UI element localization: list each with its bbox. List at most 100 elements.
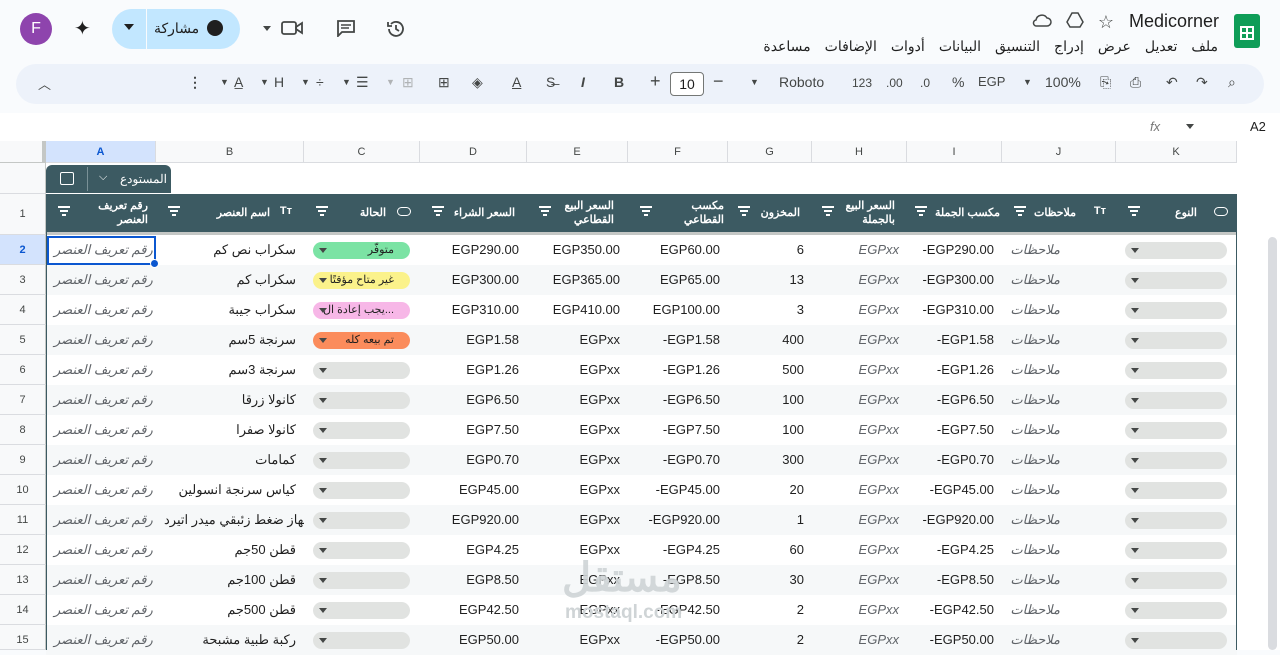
borders-icon[interactable]: ⊞: [438, 74, 450, 91]
cell-g[interactable]: 500: [728, 355, 812, 385]
column-header-c[interactable]: C: [304, 141, 420, 163]
row-header-1[interactable]: 1: [0, 194, 46, 235]
type-chip[interactable]: [1125, 452, 1227, 469]
cell-e[interactable]: EGP350.00: [527, 235, 628, 265]
type-chip[interactable]: [1125, 272, 1227, 289]
header-c[interactable]: الحالة: [304, 194, 420, 232]
more-options-icon[interactable]: ⋮: [188, 74, 202, 91]
share-button[interactable]: مشاركة: [112, 9, 240, 49]
collapse-toolbar-icon[interactable]: ︿: [38, 74, 51, 93]
cell-f[interactable]: -EGP6.50: [628, 385, 728, 415]
type-chip[interactable]: [1125, 602, 1227, 619]
vertical-scrollbar[interactable]: [1268, 237, 1277, 650]
cell-g[interactable]: 2: [728, 595, 812, 625]
cell-b[interactable]: قطن 50جم: [156, 535, 304, 565]
rotation-dropdown-icon[interactable]: ▼: [220, 77, 229, 87]
menu-format[interactable]: التنسيق: [995, 38, 1040, 55]
column-header-j[interactable]: J: [1002, 141, 1116, 163]
cell-j[interactable]: ملاحظات: [1002, 355, 1116, 385]
cell-i[interactable]: -EGP7.50: [907, 415, 1002, 445]
status-chip[interactable]: [313, 602, 410, 619]
cell-d[interactable]: EGP42.50: [420, 595, 527, 625]
status-chip[interactable]: [313, 452, 410, 469]
cell-d[interactable]: EGP920.00: [420, 505, 527, 535]
filter-icon[interactable]: [316, 206, 328, 216]
cloud-saved-icon[interactable]: [1032, 13, 1052, 27]
cell-j[interactable]: ملاحظات: [1002, 625, 1116, 655]
status-chip[interactable]: [313, 572, 410, 589]
header-h[interactable]: السعر البيع بالجملة: [812, 194, 907, 232]
cell-b[interactable]: سكراب نص كم: [156, 235, 304, 265]
cell-f[interactable]: -EGP50.00: [628, 625, 728, 655]
status-chip[interactable]: [313, 542, 410, 559]
version-history-icon[interactable]: [386, 19, 406, 39]
cell-d[interactable]: EGP7.50: [420, 415, 527, 445]
cell-a[interactable]: رقم تعريف العنصر: [46, 415, 156, 445]
cell-a[interactable]: رقم تعريف العنصر: [46, 445, 156, 475]
cell-j[interactable]: ملاحظات: [1002, 295, 1116, 325]
cell-a[interactable]: رقم تعريف العنصر: [46, 595, 156, 625]
cell-i[interactable]: -EGP42.50: [907, 595, 1002, 625]
column-header-d[interactable]: D: [420, 141, 527, 163]
column-header-g[interactable]: G: [728, 141, 812, 163]
filter-icon[interactable]: [432, 206, 444, 216]
menu-data[interactable]: البيانات: [939, 38, 981, 55]
cell-f[interactable]: -EGP7.50: [628, 415, 728, 445]
cell-b[interactable]: كياس سرنجة انسولين: [156, 475, 304, 505]
column-header-h[interactable]: H: [812, 141, 907, 163]
cell-h[interactable]: EGPxx: [812, 475, 907, 505]
font-size-input[interactable]: 10: [670, 72, 704, 96]
type-chip[interactable]: [1125, 482, 1227, 499]
status-chip[interactable]: متوفّر: [313, 242, 410, 259]
cell-a[interactable]: رقم تعريف العنصر: [46, 355, 156, 385]
cell-g[interactable]: 6: [728, 235, 812, 265]
cell-b[interactable]: سرنجة 3سم: [156, 355, 304, 385]
cell-g[interactable]: 400: [728, 325, 812, 355]
header-b[interactable]: اسم العنصر Tт: [156, 194, 304, 232]
column-header-e[interactable]: E: [527, 141, 628, 163]
sheets-logo-icon[interactable]: [1234, 14, 1260, 48]
type-chip[interactable]: [1125, 302, 1227, 319]
cell-b[interactable]: سرنجة 5سم: [156, 325, 304, 355]
cell-h[interactable]: EGPxx: [812, 415, 907, 445]
italic-button[interactable]: I: [581, 74, 585, 90]
comments-icon[interactable]: [336, 19, 356, 39]
cell-d[interactable]: EGP45.00: [420, 475, 527, 505]
row-header-9[interactable]: 9: [0, 445, 46, 475]
header-j[interactable]: ملاحظات Tт: [1002, 194, 1116, 232]
header-a[interactable]: رقم تعريف العنصر: [46, 194, 156, 232]
filter-icon[interactable]: [168, 206, 180, 216]
text-wrap-icon[interactable]: H: [274, 74, 284, 90]
cell-g[interactable]: 3: [728, 295, 812, 325]
cell-h[interactable]: EGPxx: [812, 595, 907, 625]
cell-g[interactable]: 13: [728, 265, 812, 295]
cell-a[interactable]: رقم تعريف العنصر: [46, 325, 156, 355]
name-box-dropdown-icon[interactable]: [1186, 124, 1194, 129]
row-header-3[interactable]: 3: [0, 265, 46, 295]
filter-icon[interactable]: [58, 206, 70, 216]
status-chip[interactable]: [313, 392, 410, 409]
status-chip[interactable]: [313, 632, 410, 649]
redo-icon[interactable]: ↷: [1196, 74, 1208, 91]
row-header-7[interactable]: 7: [0, 385, 46, 415]
status-chip[interactable]: [313, 362, 410, 379]
cell-a[interactable]: رقم تعريف العنصر: [46, 265, 156, 295]
row-header-blank[interactable]: [0, 163, 46, 194]
cell-h[interactable]: EGPxx: [812, 535, 907, 565]
row-header-6[interactable]: 6: [0, 355, 46, 385]
cell-a[interactable]: رقم تعريف العنصر: [46, 505, 156, 535]
filter-icon[interactable]: [640, 206, 652, 216]
valign-dropdown-icon[interactable]: ▼: [301, 77, 310, 87]
type-chip[interactable]: [1125, 632, 1227, 649]
column-header-k[interactable]: K: [1116, 141, 1237, 163]
cell-i[interactable]: -EGP4.25: [907, 535, 1002, 565]
meet-dropdown-icon[interactable]: [263, 26, 271, 31]
print-icon[interactable]: ⎙: [1130, 74, 1141, 91]
filter-icon[interactable]: [1014, 206, 1026, 216]
cell-b[interactable]: كانولا صفرا: [156, 415, 304, 445]
more-formats-button[interactable]: 123: [852, 76, 872, 90]
cell-b[interactable]: قطن 500جم: [156, 595, 304, 625]
type-chip[interactable]: [1125, 512, 1227, 529]
cell-j[interactable]: ملاحظات: [1002, 595, 1116, 625]
cell-j[interactable]: ملاحظات: [1002, 235, 1116, 265]
